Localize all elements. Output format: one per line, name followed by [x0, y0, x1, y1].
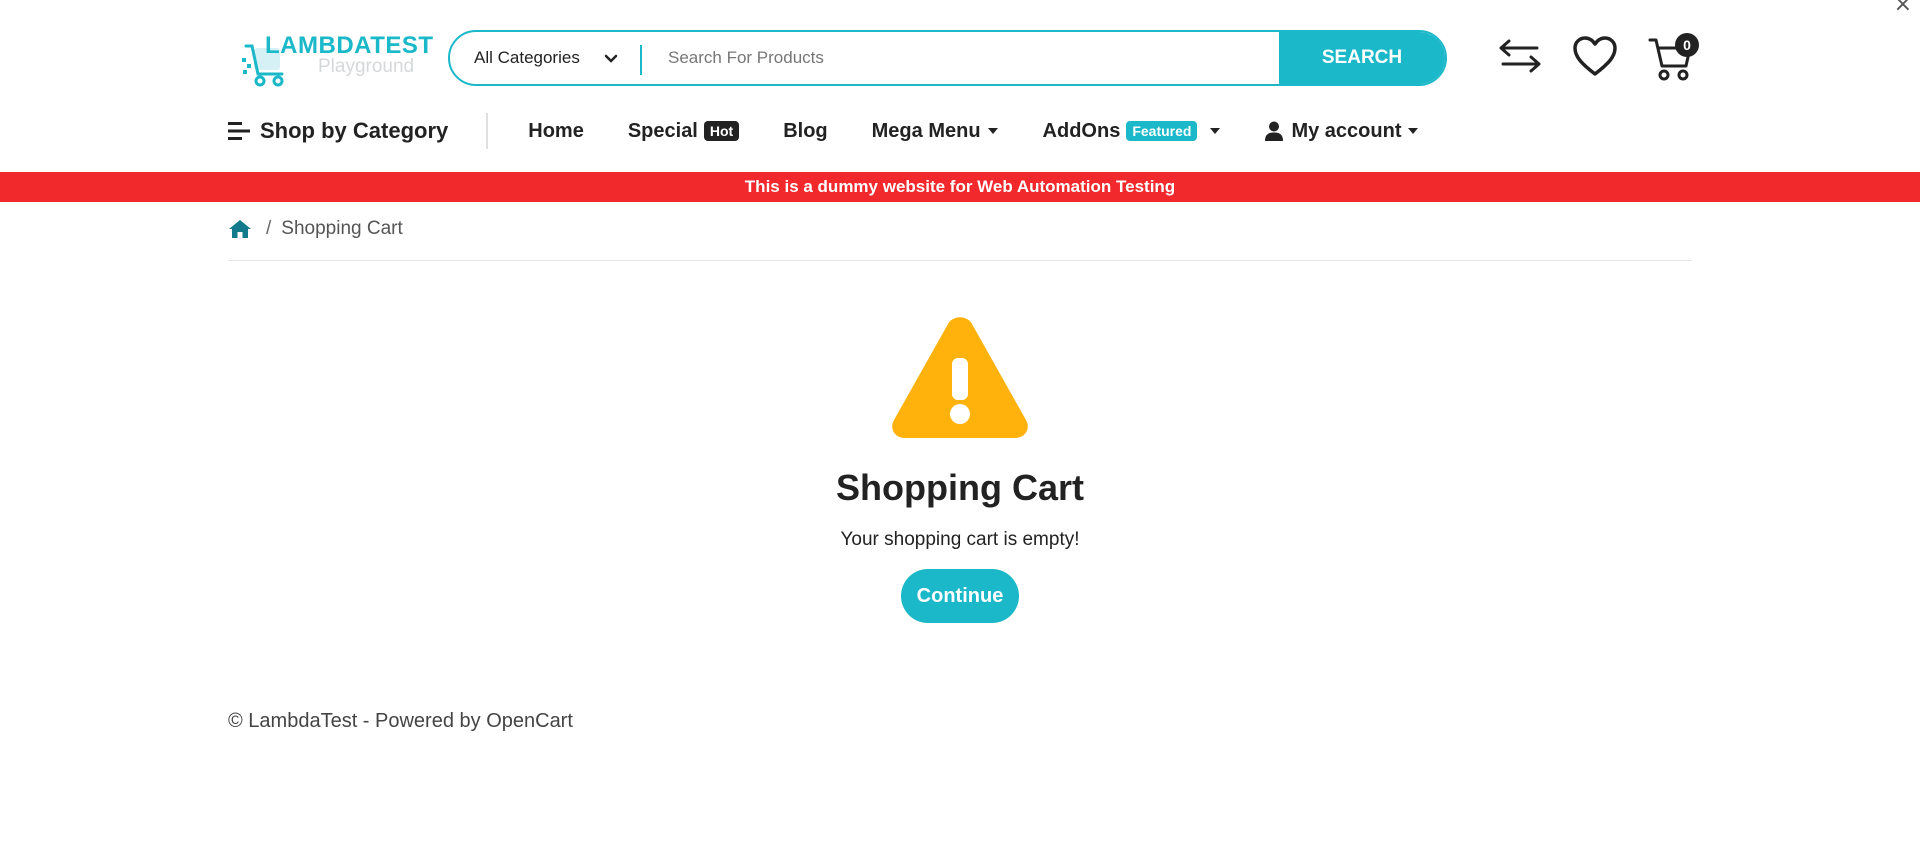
empty-cart-message: Your shopping cart is empty! [840, 529, 1080, 550]
nav-item-label: AddOns [1042, 119, 1121, 142]
cart-count-badge: 0 [1675, 33, 1699, 57]
shop-by-category-button[interactable]: Shop by Category [228, 118, 448, 144]
featured-badge: Featured [1126, 121, 1198, 141]
nav-item-special[interactable]: Special Hot [627, 119, 740, 143]
nav-item-label: Mega Menu [871, 119, 981, 142]
footer-text: © LambdaTest - Powered by OpenCart [228, 710, 573, 732]
heart-icon[interactable] [1572, 36, 1618, 78]
compare-arrows-icon[interactable] [1497, 38, 1543, 74]
nav-item-addons[interactable]: AddOns Featured [1043, 120, 1222, 143]
nav-item-my-account[interactable]: My account [1265, 120, 1419, 143]
search-input[interactable] [642, 32, 1279, 84]
nav-item-blog[interactable]: Blog [783, 120, 827, 143]
continue-button[interactable]: Continue [901, 569, 1019, 623]
category-select-label: All Categories [474, 48, 580, 67]
notice-banner-text: This is a dummy website for Web Automati… [744, 177, 1176, 196]
nav-divider [486, 113, 489, 149]
user-icon [1265, 121, 1284, 141]
header: LAMBDATEST Playground All Categories SEA… [0, 0, 1920, 172]
category-select[interactable]: All Categories [450, 32, 642, 84]
hot-badge: Hot [703, 121, 740, 141]
search-bar: All Categories SEARCH [448, 30, 1447, 86]
home-icon[interactable] [228, 219, 252, 239]
breadcrumb-separator: / [266, 218, 272, 239]
nav-item-label: My account [1291, 119, 1402, 142]
caret-down-icon [987, 128, 998, 134]
page-title: Shopping Cart [836, 467, 1084, 508]
breadcrumb-divider [228, 260, 1692, 261]
breadcrumb-current: Shopping Cart [281, 218, 403, 239]
search-divider [640, 45, 642, 75]
logo[interactable]: LAMBDATEST Playground [240, 30, 433, 90]
chevron-down-icon [604, 54, 618, 63]
notice-banner: This is a dummy website for Web Automati… [0, 172, 1920, 202]
shop-by-category-label: Shop by Category [260, 118, 449, 143]
empty-cart-panel: Shopping Cart Your shopping cart is empt… [0, 316, 1920, 623]
nav-item-home[interactable]: Home [528, 120, 584, 143]
nav-item-label: Home [528, 119, 584, 142]
nav-item-label: Blog [783, 119, 828, 142]
warning-icon [892, 317, 1028, 438]
nav-item-label: Special [627, 119, 698, 142]
nav-item-mega-menu[interactable]: Mega Menu [872, 120, 999, 143]
caret-down-icon [1408, 128, 1419, 134]
logo-sub: Playground [318, 56, 415, 77]
search-button[interactable]: SEARCH [1279, 32, 1445, 84]
breadcrumb: / Shopping Cart [228, 218, 403, 240]
main-nav: Shop by Category Home Special Hot Blog M… [228, 112, 1463, 150]
menu-icon [228, 122, 250, 140]
caret-down-icon [1210, 128, 1221, 134]
